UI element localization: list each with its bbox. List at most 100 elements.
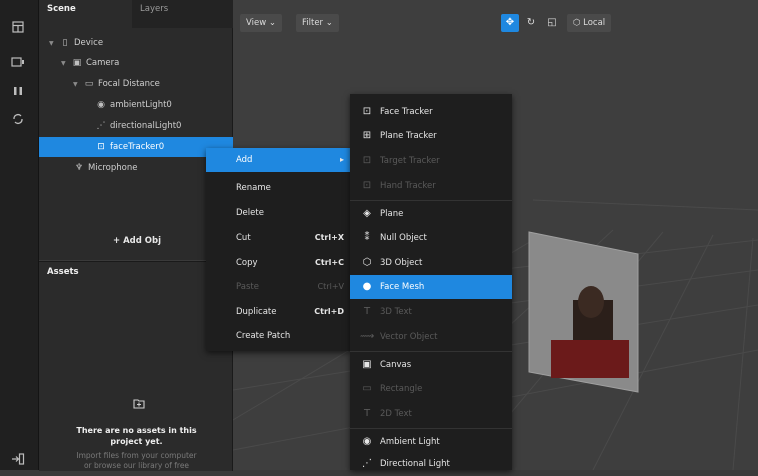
submenu-item-label: Face Tracker (380, 107, 433, 117)
menu-item-label: Duplicate (236, 307, 277, 317)
canvas-icon: ▣ (362, 359, 372, 370)
rectangle-icon: ▭ (362, 383, 372, 394)
hand-tracker-icon: ⊡ (362, 180, 372, 191)
submenu-item-vector-object[interactable]: ⟿ Vector Object (350, 325, 512, 349)
view-dropdown-label: View (246, 18, 267, 28)
3d-text-icon: T (363, 306, 371, 317)
face-mesh-icon: ● (362, 281, 372, 292)
view-dropdown[interactable]: View ⌄ (240, 14, 282, 32)
assets-panel: Assets There are no assets in this proje… (39, 261, 233, 471)
submenu-item-label: Null Object (380, 233, 427, 243)
context-menu: Add ▸ Rename Delete Cut Ctrl+X Copy Ctrl… (206, 148, 350, 351)
submenu-item-label: Vector Object (380, 332, 438, 342)
menu-item-label: Copy (236, 258, 258, 268)
assets-title: Assets (47, 267, 79, 277)
menu-item-cut[interactable]: Cut Ctrl+X (206, 226, 350, 250)
tree-item-label: Microphone (88, 163, 138, 173)
move-tool-icon[interactable]: ✥ (501, 14, 519, 32)
chevron-down-icon: ⌄ (268, 18, 276, 28)
submenu-item-ambient-light[interactable]: ◉ Ambient Light (350, 430, 512, 454)
tree-item-label: ambientLight0 (110, 100, 172, 110)
menu-separator (350, 200, 512, 201)
menu-item-label: Delete (236, 208, 264, 218)
tree-item-label: Camera (86, 58, 120, 68)
menu-item-add[interactable]: Add ▸ (206, 148, 350, 172)
submenu-item-2d-text[interactable]: T 2D Text (350, 402, 512, 426)
filter-dropdown[interactable]: Filter ⌄ (296, 14, 339, 32)
menu-item-delete[interactable]: Delete (206, 201, 350, 225)
menu-item-duplicate[interactable]: Duplicate Ctrl+D (206, 300, 350, 324)
menu-item-create-patch[interactable]: Create Patch (206, 324, 350, 348)
plane-tracker-icon: ⊞ (362, 130, 372, 141)
submenu-item-face-mesh[interactable]: ● Face Mesh (350, 275, 512, 299)
submenu-item-face-tracker[interactable]: ⊡ Face Tracker (350, 100, 512, 124)
ambient-light-icon: ◉ (362, 436, 372, 447)
submenu-item-target-tracker[interactable]: ⊡ Target Tracker (350, 149, 512, 173)
add-submenu: ⊡ Face Tracker ⊞ Plane Tracker ⊡ Target Tra… (350, 94, 512, 470)
submenu-item-label: 3D Object (380, 258, 423, 268)
scale-tool-icon[interactable]: ◱ (543, 14, 561, 32)
submenu-arrow-icon: ▸ (339, 155, 344, 164)
tree-item-focal-distance[interactable]: ▼ ▭ Focal Distance (39, 74, 266, 94)
submenu-item-label: Canvas (380, 360, 412, 370)
submenu-item-label: 2D Text (380, 409, 412, 419)
target-tracker-icon: ⊡ (362, 155, 372, 166)
chevron-down-icon: ⌄ (325, 18, 333, 28)
submenu-item-hand-tracker[interactable]: ⊡ Hand Tracker (350, 174, 512, 198)
submenu-item-canvas[interactable]: ▣ Canvas (350, 353, 512, 377)
pause-icon[interactable] (9, 84, 27, 98)
assets-hint-line1: Import files from your computer (76, 451, 197, 460)
exit-icon[interactable] (9, 452, 27, 466)
assets-hint: Import files from your computer or brows… (59, 451, 214, 471)
3d-object-icon: ⬡ (362, 257, 372, 268)
device-icon[interactable] (9, 55, 27, 69)
left-toolbar (0, 0, 39, 470)
submenu-item-directional-light[interactable]: ⋰ Directional Light (350, 452, 512, 476)
submenu-item-plane[interactable]: ◈ Plane (350, 202, 512, 226)
tab-layers[interactable]: Layers (132, 0, 240, 28)
tab-scene[interactable]: Scene (39, 0, 139, 28)
submenu-item-label: Face Mesh (380, 282, 425, 292)
tree-item-label: Focal Distance (98, 79, 160, 89)
add-object-button[interactable]: + Add Obj (113, 236, 161, 246)
filter-dropdown-label: Filter (302, 18, 324, 28)
submenu-item-3d-text[interactable]: T 3D Text (350, 300, 512, 324)
focal-icon: ▭ (84, 79, 94, 89)
directional-light-icon: ⋰ (362, 458, 372, 469)
menu-shortcut: Ctrl+V (317, 282, 344, 291)
menu-item-rename[interactable]: Rename (206, 176, 350, 200)
menu-item-copy[interactable]: Copy Ctrl+C (206, 251, 350, 275)
submenu-item-label: Ambient Light (380, 437, 440, 447)
submenu-item-rectangle[interactable]: ▭ Rectangle (350, 377, 512, 401)
submenu-item-label: Hand Tracker (380, 181, 436, 191)
assets-empty-line1: There are no assets in this (76, 426, 197, 435)
vector-object-icon: ⟿ (360, 331, 375, 342)
camera-icon: ▣ (72, 58, 82, 68)
layout-icon[interactable] (9, 20, 27, 34)
tree-item-device[interactable]: ▼ ▯ Device (39, 33, 242, 53)
submenu-item-3d-object[interactable]: ⬡ 3D Object (350, 251, 512, 275)
submenu-item-plane-tracker[interactable]: ⊞ Plane Tracker (350, 124, 512, 148)
submenu-item-label: Plane (380, 209, 404, 219)
assets-empty-message: There are no assets in this project yet. (59, 425, 214, 447)
plane-icon: ◈ (363, 208, 371, 219)
submenu-item-null-object[interactable]: ⁑ Null Object (350, 226, 512, 250)
assets-empty-line2: project yet. (110, 437, 163, 446)
null-object-icon: ⁑ (364, 232, 370, 243)
device-icon: ▯ (62, 38, 68, 48)
menu-separator (350, 351, 512, 352)
local-space-icon: ⬡ (573, 18, 581, 28)
sync-icon[interactable] (9, 112, 27, 126)
tree-item-label: faceTracker0 (110, 142, 165, 152)
tree-item-camera[interactable]: ▼ ▣ Camera (39, 53, 254, 73)
microphone-icon: ♆ (74, 163, 84, 173)
menu-shortcut: Ctrl+C (315, 258, 344, 267)
menu-item-label: Add (236, 155, 253, 165)
tree-item-label: directionalLight0 (110, 121, 182, 131)
local-toggle[interactable]: ⬡ Local (567, 14, 612, 32)
tree-item-label: Device (74, 38, 104, 48)
rotate-tool-icon[interactable]: ↻ (522, 14, 540, 32)
menu-separator (350, 428, 512, 429)
menu-item-label: Rename (236, 183, 271, 193)
menu-item-paste[interactable]: Paste Ctrl+V (206, 275, 350, 299)
